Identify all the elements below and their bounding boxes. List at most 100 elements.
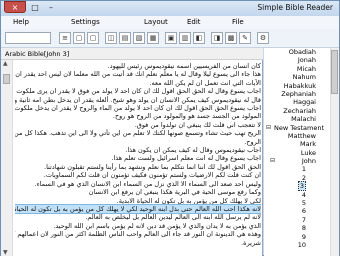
book-tree-scrollbar[interactable]: [330, 48, 339, 256]
toolbar-button-9[interactable]: ▥: [179, 32, 191, 44]
verse-line[interactable]: هذا جاء الى يسوع ليلا وقال له يا معلّم ن…: [15, 70, 261, 78]
book-tree: Obadiah Jonah Micah Nahum Habakkuk Zephaniah H…: [264, 48, 339, 256]
verse-line[interactable]: كان انسان من الفريسيين اسمه نيقوديموس رئ…: [15, 62, 261, 70]
verse-line[interactable]: وكما رفع موسى الحية في البرية هكذا ينبغي…: [15, 188, 261, 196]
tree-item-label: 9: [301, 232, 306, 241]
tree-item-label: 10: [297, 240, 306, 249]
tree-item-label: Zephaniah: [281, 89, 316, 98]
toolbar-button-2[interactable]: ▢: [73, 32, 85, 44]
toolbar-button-7[interactable]: ▦: [147, 32, 159, 44]
toolbar-combo[interactable]: [5, 32, 51, 44]
app-title: Simple Bible Reader: [257, 3, 333, 12]
toolbar-button-5[interactable]: ▤: [119, 32, 131, 44]
tree-item-label: 1: [301, 165, 306, 174]
tree-item[interactable]: Zechariah: [264, 107, 328, 115]
reader-pane: Arabic Bible[John 3] ▲ ▼ كان انسان من ال…: [1, 48, 263, 256]
collapse-toggle-icon[interactable]: ⊟: [266, 124, 271, 132]
verse-line[interactable]: وهذه هي الدينونة ان النور قد جاء الى الع…: [15, 230, 261, 238]
verse-line[interactable]: الحق الحق اقول لك اننا انما نتكلم بما نع…: [15, 163, 261, 171]
verse-line[interactable]: اجاب يسوع وقال له الحق الحق اقول لك ان ك…: [15, 87, 261, 95]
tree-item[interactable]: 4: [264, 191, 328, 199]
toolbar-button-14[interactable]: ⚙: [257, 32, 269, 44]
tree-item[interactable]: Matthew: [264, 132, 328, 140]
tree-item[interactable]: ⊟ John: [264, 157, 328, 165]
tree-item-label: Nahum: [292, 73, 316, 82]
tree-item[interactable]: Habakkuk: [264, 82, 328, 90]
tree-item-label: Haggai: [293, 98, 316, 107]
verse-line[interactable]: لانه لم يرسل الله ابنه الى العالم ليدين …: [15, 213, 261, 221]
tree-item-label: 6: [301, 207, 306, 216]
tree-item-label: New Testament: [273, 123, 324, 132]
verse-line[interactable]: اجاب يسوع الحق الحق اقول لك ان كان احد ل…: [15, 104, 261, 112]
minimize-button[interactable]: –: [43, 2, 59, 14]
book-tree-list: Obadiah Jonah Micah Nahum Habakkuk Zephaniah H…: [264, 48, 328, 249]
tree-item[interactable]: 3: [264, 181, 328, 192]
toolbar-button-4[interactable]: ◫: [105, 32, 117, 44]
scroll-up-icon[interactable]: ▲: [3, 60, 8, 67]
verse-line[interactable]: الروح.: [15, 138, 261, 146]
tree-item[interactable]: ⊟ New Testament: [264, 124, 328, 132]
toolbar-button-3[interactable]: ▢: [87, 32, 99, 44]
verse-line[interactable]: قال له نيقوديموس كيف يمكن الانسان ان يول…: [15, 96, 261, 104]
verse-list: كان انسان من الفريسيين اسمه نيقوديموس رئ…: [15, 62, 261, 256]
menu-layout[interactable]: Layout: [144, 18, 168, 26]
tree-item-label: Zechariah: [283, 106, 316, 115]
reader-scroll-thumb[interactable]: [3, 74, 10, 84]
tree-item[interactable]: 8: [264, 224, 328, 232]
tree-item[interactable]: Zephaniah: [264, 90, 328, 98]
verse-line[interactable]: لانه هكذا احب الله العالم حتى بذل ابنه ا…: [15, 203, 261, 215]
verse-line[interactable]: المولود من الجسد جسد هو والمولود من الرو…: [15, 112, 261, 120]
book-tree-scroll-thumb[interactable]: [331, 50, 338, 94]
verse-line[interactable]: الآيات التي انت تعمل ان لم يكن الله معه.: [15, 79, 261, 87]
toolbar-button-10[interactable]: ◧: [193, 32, 205, 44]
app-window: × □ – Simple Bible Reader Help Settings …: [0, 0, 340, 256]
tree-item-label: John: [301, 157, 316, 166]
tree-item[interactable]: 7: [264, 216, 328, 224]
tree-item-label: 7: [301, 215, 306, 224]
tree-item[interactable]: 5: [264, 199, 328, 207]
toolbar-button-12[interactable]: ▩: [225, 32, 237, 44]
toolbar-button-11[interactable]: ◨: [211, 32, 223, 44]
verse-line[interactable]: لا تتعجب اني قلت لك ينبغي ان تولدوا من ف…: [15, 121, 261, 129]
tree-item[interactable]: 10: [264, 241, 328, 249]
verse-line[interactable]: لكي لا يهلك كل من يؤمن به بل تكون له الح…: [15, 197, 261, 205]
tree-item[interactable]: Mark: [264, 140, 328, 148]
tree-item-label: 4: [301, 190, 306, 199]
tree-item[interactable]: Obadiah: [264, 48, 328, 56]
tree-item[interactable]: Luke: [264, 149, 328, 157]
toolbar-button-8[interactable]: ▣: [165, 32, 177, 44]
verse-line[interactable]: اجاب يسوع وقال له انت معلم اسرائيل ولست …: [15, 154, 261, 162]
tree-item[interactable]: Malachi: [264, 115, 328, 123]
location-bar: Arabic Bible[John 3]: [1, 48, 263, 60]
collapse-toggle-icon[interactable]: ⊟: [270, 157, 275, 165]
menu-settings[interactable]: Settings: [71, 18, 100, 26]
reader-scrollbar[interactable]: ▲ ▼: [1, 60, 13, 256]
toolbar-button-1[interactable]: ≡: [59, 32, 71, 44]
tree-item[interactable]: 2: [264, 174, 328, 182]
verse-line[interactable]: الذي يؤمن به لا يدان والذي لا يؤمن قد دي…: [15, 222, 261, 230]
tree-item[interactable]: 9: [264, 233, 328, 241]
menu-help[interactable]: Help: [13, 18, 29, 26]
menu-file[interactable]: File: [232, 18, 244, 26]
tree-item[interactable]: Jonah: [264, 56, 328, 64]
tree-item-label: Matthew: [287, 131, 316, 140]
tree-item[interactable]: Micah: [264, 65, 328, 73]
verse-line[interactable]: ان كنت قلت لكم الارضيات ولستم تؤمنون فكي…: [15, 171, 261, 179]
tree-item[interactable]: Haggai: [264, 98, 328, 106]
tree-item-label: Malachi: [291, 115, 316, 124]
tree-item[interactable]: 6: [264, 207, 328, 215]
maximize-button[interactable]: □: [27, 2, 43, 14]
verse-line[interactable]: الريح تهب حيث تشاء وتسمع صوتها لكنك لا ت…: [15, 129, 261, 137]
tree-item[interactable]: 1: [264, 165, 328, 173]
scroll-down-icon[interactable]: ▼: [3, 249, 8, 256]
menu-edit[interactable]: Edit: [187, 18, 201, 26]
location-label: Arabic Bible[John 3]: [5, 50, 70, 58]
verse-line[interactable]: وليس احد صعد الى السماء الا الذي نزل من …: [15, 180, 261, 188]
toolbar-button-13[interactable]: ✎: [239, 32, 251, 44]
verse-line[interactable]: شريرة.: [15, 239, 261, 247]
tree-item[interactable]: Nahum: [264, 73, 328, 81]
menu-bar: Help Settings Layout Edit File: [1, 16, 339, 29]
toolbar-button-6[interactable]: ▧: [133, 32, 145, 44]
verse-line[interactable]: اجاب نيقوديموس وقال له كيف يمكن ان يكون …: [15, 146, 261, 154]
close-button[interactable]: ×: [4, 1, 26, 13]
